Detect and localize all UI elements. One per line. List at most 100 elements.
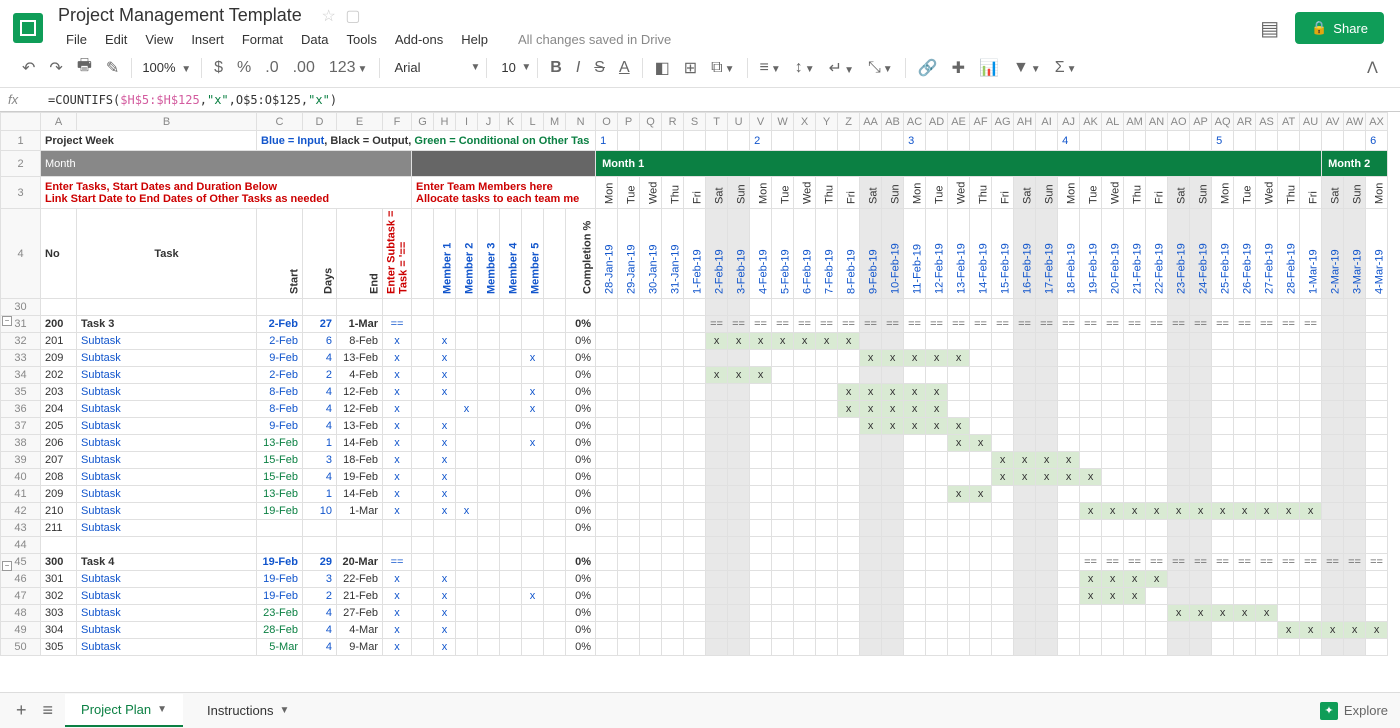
cell[interactable] <box>478 367 500 384</box>
cell[interactable]: 1-Mar-19 <box>1300 209 1322 299</box>
cell[interactable]: 207 <box>41 452 77 469</box>
cell[interactable] <box>1256 469 1278 486</box>
cell[interactable] <box>838 588 860 605</box>
cell[interactable] <box>970 520 992 537</box>
cell[interactable]: Fri <box>992 177 1014 209</box>
cell[interactable] <box>1058 401 1080 418</box>
cell[interactable]: 1 <box>596 131 618 151</box>
cell[interactable]: x <box>383 469 412 486</box>
cell[interactable] <box>1278 605 1300 622</box>
cell[interactable] <box>412 520 434 537</box>
cell[interactable]: x <box>1146 503 1168 520</box>
cell[interactable] <box>1124 469 1146 486</box>
cell[interactable] <box>926 571 948 588</box>
cell[interactable]: 20-Feb-19 <box>1102 209 1124 299</box>
cell[interactable]: x <box>434 452 456 469</box>
cell[interactable] <box>860 554 882 571</box>
cell[interactable]: x <box>1168 605 1190 622</box>
cell[interactable] <box>1146 622 1168 639</box>
cell[interactable]: 0% <box>566 435 596 452</box>
cell[interactable] <box>728 588 750 605</box>
cell[interactable]: 9-Feb-19 <box>860 209 882 299</box>
cell[interactable] <box>1146 452 1168 469</box>
cell[interactable]: 302 <box>41 588 77 605</box>
cell[interactable] <box>1212 367 1234 384</box>
cell[interactable] <box>684 639 706 656</box>
cell[interactable] <box>772 520 794 537</box>
cell[interactable] <box>383 537 412 554</box>
cell[interactable] <box>948 639 970 656</box>
col-header[interactable]: AD <box>926 113 948 131</box>
cell[interactable]: == <box>728 316 750 333</box>
cell[interactable] <box>1190 333 1212 350</box>
cell[interactable]: 23-Feb-19 <box>1168 209 1190 299</box>
cell[interactable]: x <box>706 367 728 384</box>
cell[interactable] <box>544 333 566 350</box>
cell[interactable] <box>838 418 860 435</box>
cell[interactable]: 13-Feb <box>337 418 383 435</box>
cell[interactable] <box>478 588 500 605</box>
cell[interactable] <box>640 622 662 639</box>
col-header[interactable]: AE <box>948 113 970 131</box>
cell[interactable] <box>948 452 970 469</box>
cell[interactable] <box>596 639 618 656</box>
cell[interactable] <box>640 350 662 367</box>
cell[interactable] <box>772 299 794 316</box>
cell[interactable] <box>882 503 904 520</box>
cell[interactable]: Wed <box>794 177 816 209</box>
cell[interactable]: x <box>948 435 970 452</box>
cell[interactable] <box>1036 435 1058 452</box>
cell[interactable] <box>1278 452 1300 469</box>
cell[interactable]: 22-Feb <box>337 571 383 588</box>
cell[interactable]: 16-Feb-19 <box>1014 209 1036 299</box>
cell[interactable] <box>1322 131 1344 151</box>
cell[interactable] <box>500 452 522 469</box>
cell[interactable]: x <box>904 418 926 435</box>
cell[interactable] <box>816 554 838 571</box>
cell[interactable] <box>926 299 948 316</box>
cell[interactable]: 300 <box>41 554 77 571</box>
cell[interactable] <box>816 605 838 622</box>
cell[interactable] <box>478 605 500 622</box>
font-select[interactable]: Arial <box>386 58 466 77</box>
cell[interactable]: == <box>1014 316 1036 333</box>
cell[interactable] <box>456 435 478 452</box>
cell[interactable] <box>838 554 860 571</box>
cell[interactable] <box>1300 588 1322 605</box>
cell[interactable] <box>1278 384 1300 401</box>
cell[interactable] <box>1256 333 1278 350</box>
cell[interactable] <box>904 622 926 639</box>
cell[interactable]: Sun <box>728 177 750 209</box>
cell[interactable] <box>522 316 544 333</box>
cell[interactable] <box>596 588 618 605</box>
cell[interactable]: x <box>1124 503 1146 520</box>
col-header[interactable]: P <box>618 113 640 131</box>
cell[interactable] <box>1300 452 1322 469</box>
more-formats-button[interactable]: 123▼ <box>323 55 374 81</box>
cell[interactable]: 4-Feb <box>337 367 383 384</box>
cell[interactable] <box>478 537 500 554</box>
cell[interactable] <box>750 639 772 656</box>
cell[interactable]: 27-Feb-19 <box>1256 209 1278 299</box>
print-button[interactable]: 🖶 <box>71 50 98 85</box>
cell[interactable] <box>1058 588 1080 605</box>
cell[interactable] <box>1058 384 1080 401</box>
cell[interactable] <box>860 639 882 656</box>
cell[interactable] <box>1036 350 1058 367</box>
cell[interactable] <box>544 401 566 418</box>
cell[interactable] <box>1124 622 1146 639</box>
cell[interactable] <box>926 503 948 520</box>
cell[interactable]: 6 <box>1366 131 1388 151</box>
cell[interactable] <box>412 486 434 503</box>
cell[interactable] <box>684 588 706 605</box>
cell[interactable] <box>728 554 750 571</box>
cell[interactable] <box>772 605 794 622</box>
cell[interactable] <box>662 350 684 367</box>
col-header[interactable]: I <box>456 113 478 131</box>
cell[interactable] <box>500 554 522 571</box>
cell[interactable] <box>838 605 860 622</box>
cell[interactable] <box>662 367 684 384</box>
cell[interactable] <box>706 452 728 469</box>
cell[interactable] <box>948 503 970 520</box>
cell[interactable]: 21-Feb-19 <box>1124 209 1146 299</box>
